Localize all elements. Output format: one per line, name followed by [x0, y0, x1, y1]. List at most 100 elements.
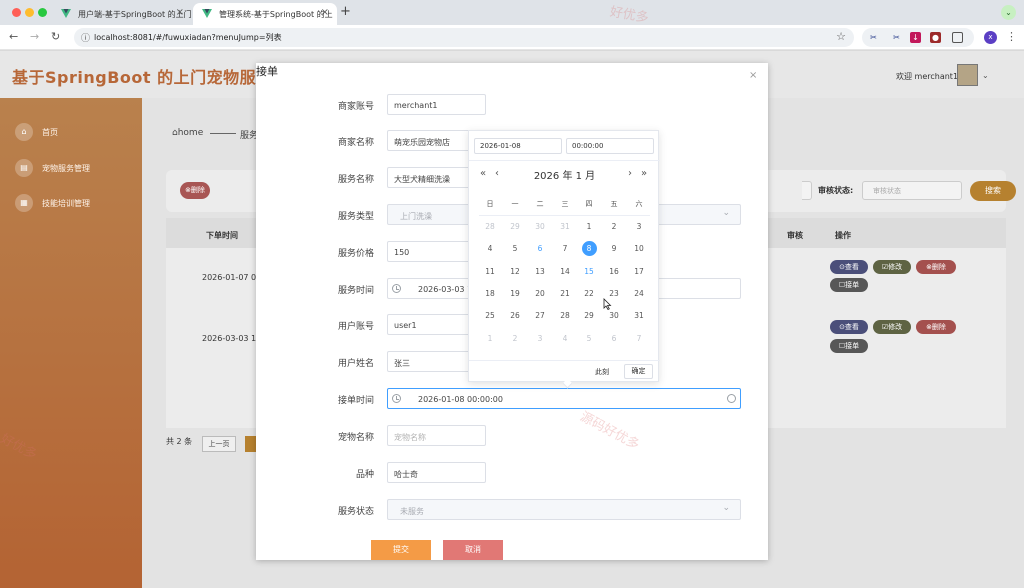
- form-label: 品种: [355, 470, 374, 480]
- form-label: 商家账号: [337, 102, 374, 112]
- form-row-take-time: 接单时间 2026-01-08 00:00:00: [256, 388, 768, 410]
- picker-day[interactable]: 1: [579, 220, 599, 234]
- picker-day[interactable]: 1: [480, 332, 500, 346]
- form-label: 服务价格: [337, 249, 374, 259]
- scissors-extension-icon[interactable]: ✂: [868, 32, 879, 43]
- picker-day[interactable]: 7: [629, 332, 649, 346]
- picker-day[interactable]: 7: [555, 242, 575, 256]
- back-arrow-icon[interactable]: ←: [9, 30, 18, 43]
- form-label: 服务时间: [337, 286, 374, 296]
- new-tab-button[interactable]: +: [340, 4, 351, 19]
- form-row-pet-name: 宠物名称 宠物名称: [256, 425, 768, 447]
- cut-extension-icon[interactable]: ✂: [891, 32, 902, 43]
- breed-input[interactable]: 哈士奇: [387, 462, 486, 483]
- cancel-button[interactable]: 取消: [443, 540, 503, 560]
- picker-day[interactable]: 29: [505, 220, 525, 234]
- form-row-breed: 品种 哈士奇: [256, 462, 768, 484]
- form-label: 商家名称: [337, 138, 374, 148]
- browser-tab-user[interactable]: 用户端-基于SpringBoot 的上门 ×: [52, 3, 192, 25]
- submit-button[interactable]: 提交: [371, 540, 431, 560]
- chevron-down-icon: ⌄: [722, 503, 730, 513]
- browser-tab-bar: 用户端-基于SpringBoot 的上门 × 管理系统-基于SpringBoot…: [0, 0, 1024, 25]
- profile-avatar[interactable]: x: [984, 31, 997, 44]
- picker-day[interactable]: 9: [604, 242, 624, 256]
- pet-name-input[interactable]: 宠物名称: [387, 425, 486, 446]
- puzzle-extensions-icon[interactable]: [952, 32, 963, 43]
- form-label: 服务状态: [337, 507, 374, 517]
- download-extension-icon[interactable]: ↓: [910, 32, 921, 43]
- date-value: 2026-01-08 00:00:00: [418, 395, 503, 404]
- picker-day[interactable]: 26: [505, 309, 525, 323]
- picker-day[interactable]: 6: [530, 242, 550, 256]
- close-icon[interactable]: ×: [749, 70, 757, 81]
- picker-day[interactable]: 3: [629, 220, 649, 234]
- datetime-picker-popup: 2026-01-08 00:00:00 « ‹ 2026 年 1 月 › » 日…: [468, 130, 660, 389]
- tab-close-icon[interactable]: ×: [176, 7, 184, 18]
- forward-arrow-icon[interactable]: →: [30, 30, 39, 43]
- browser-menu-icon[interactable]: ⋮: [1006, 30, 1017, 43]
- picker-day[interactable]: 21: [555, 287, 575, 301]
- select-value: 未服务: [400, 507, 424, 516]
- url-text[interactable]: localhost:8081/#/fuwuxiadan?menuJump=列表: [94, 32, 282, 43]
- picker-day[interactable]: 30: [604, 309, 624, 323]
- reload-icon[interactable]: ↻: [51, 30, 60, 43]
- picker-day[interactable]: 14: [555, 265, 575, 279]
- picker-day[interactable]: 17: [629, 265, 649, 279]
- picker-day[interactable]: 12: [505, 265, 525, 279]
- picker-day[interactable]: 22: [579, 287, 599, 301]
- picker-day[interactable]: 31: [555, 220, 575, 234]
- form-row-merchant-account: 商家账号 merchant1: [256, 94, 768, 116]
- picker-day-selected[interactable]: 8: [579, 241, 599, 256]
- clear-icon[interactable]: [727, 394, 736, 403]
- picker-day[interactable]: 18: [480, 287, 500, 301]
- site-info-icon[interactable]: ⓘ: [81, 31, 90, 44]
- picker-day[interactable]: 30: [530, 220, 550, 234]
- picker-day[interactable]: 23: [604, 287, 624, 301]
- window-zoom-dot[interactable]: [38, 8, 47, 17]
- picker-day[interactable]: 15: [579, 265, 599, 279]
- picker-day[interactable]: 24: [629, 287, 649, 301]
- picker-day[interactable]: 19: [505, 287, 525, 301]
- picker-day[interactable]: 2: [604, 220, 624, 234]
- picker-day[interactable]: 10: [629, 242, 649, 256]
- form-row-service-status: 服务状态 未服务 ⌄: [256, 499, 768, 521]
- chevron-down-icon: ⌄: [722, 208, 730, 218]
- window-minimize-dot[interactable]: [25, 8, 34, 17]
- picker-day[interactable]: 6: [604, 332, 624, 346]
- service-status-select[interactable]: 未服务 ⌄: [387, 499, 741, 520]
- browser-tab-admin[interactable]: 管理系统-基于SpringBoot 的上 ×: [193, 3, 337, 25]
- picker-day[interactable]: 28: [480, 220, 500, 234]
- bookmark-star-icon[interactable]: ☆: [836, 30, 846, 43]
- tab-search-menu-icon[interactable]: ⌄: [1001, 5, 1016, 20]
- picker-day[interactable]: 29: [579, 309, 599, 323]
- form-label: 接单时间: [337, 396, 374, 406]
- clock-icon: [392, 284, 401, 293]
- picker-day[interactable]: 16: [604, 265, 624, 279]
- picker-day[interactable]: 13: [530, 265, 550, 279]
- window-close-dot[interactable]: [12, 8, 21, 17]
- address-bar[interactable]: ⓘ localhost:8081/#/fuwuxiadan?menuJump=列…: [74, 28, 854, 47]
- take-time-picker[interactable]: 2026-01-08 00:00:00: [387, 388, 741, 409]
- tab-title: 管理系统-基于SpringBoot 的上: [219, 10, 333, 19]
- picker-day[interactable]: 11: [480, 265, 500, 279]
- picker-day[interactable]: 31: [629, 309, 649, 323]
- picker-day[interactable]: 4: [480, 242, 500, 256]
- select-value: 上门洗澡: [400, 212, 432, 221]
- picker-day[interactable]: 3: [530, 332, 550, 346]
- picker-day[interactable]: 27: [530, 309, 550, 323]
- picker-day[interactable]: 28: [555, 309, 575, 323]
- picker-day[interactable]: 2: [505, 332, 525, 346]
- picker-day[interactable]: 25: [480, 309, 500, 323]
- tab-close-icon[interactable]: ×: [321, 7, 329, 18]
- record-extension-icon[interactable]: ●: [930, 32, 941, 43]
- extensions-group: ✂ ✂ ↓ ●: [862, 28, 974, 47]
- merchant-account-input[interactable]: merchant1: [387, 94, 486, 115]
- picker-day[interactable]: 5: [505, 242, 525, 256]
- form-label: 用户姓名: [337, 359, 374, 369]
- form-label: 服务名称: [337, 175, 374, 185]
- picker-day[interactable]: 20: [530, 287, 550, 301]
- picker-day[interactable]: 4: [555, 332, 575, 346]
- vue-logo-icon: [61, 9, 71, 18]
- picker-day-grid: 28 29 30 31 1 2 3 4 5 6 7 8 9 10 11 12 13 14 15 16 17 18 19 20 2…: [469, 131, 660, 383]
- picker-day[interactable]: 5: [579, 332, 599, 346]
